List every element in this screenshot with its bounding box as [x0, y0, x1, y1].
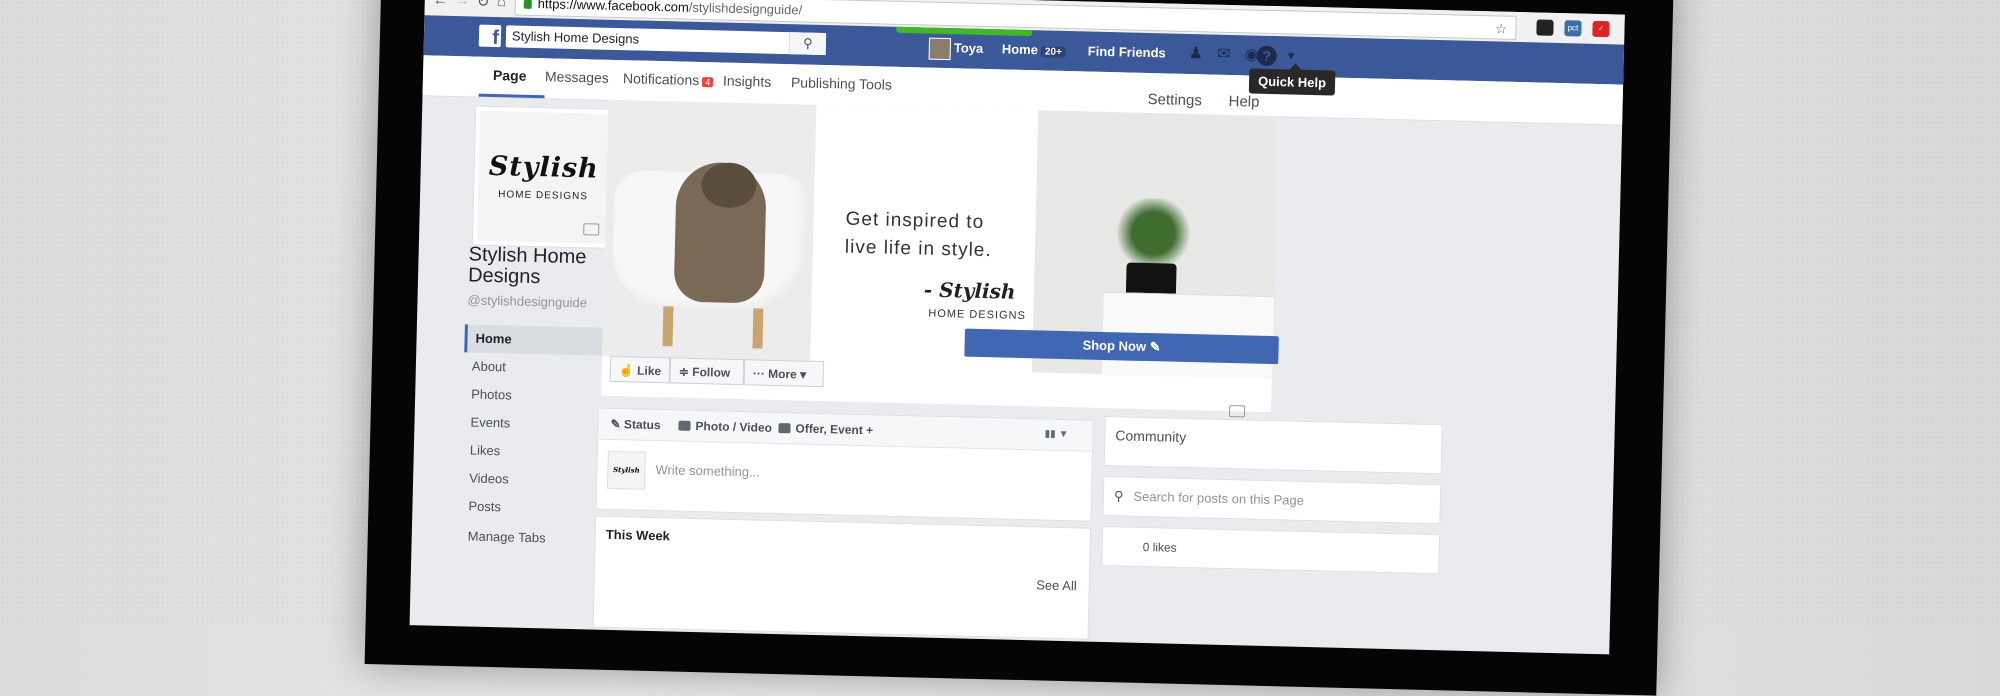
help-link[interactable]: Help [1228, 93, 1259, 111]
lock-icon [523, 0, 532, 9]
page-profile-picture[interactable]: Stylish HOME DESIGNS [472, 106, 615, 248]
community-title: Community [1115, 427, 1187, 446]
page-action-buttons: ☝ Like ≑ Follow ··· More ▾ [609, 355, 825, 388]
quick-help-tooltip: Quick Help [1248, 68, 1336, 96]
monitor-bezel: ← → ↻ ⌂ https://www.facebook.com/stylish… [364, 0, 1674, 696]
settings-link[interactable]: Settings [1147, 91, 1202, 109]
follow-label: Follow [692, 364, 731, 380]
see-all-link[interactable]: See All [1036, 577, 1077, 593]
composer-avatar: Stylish [606, 450, 646, 490]
chair-leg [662, 306, 674, 347]
facebook-search-input[interactable]: Stylish Home Designs ⚲ [505, 25, 827, 56]
cover-brand: - Stylish [923, 277, 1016, 304]
tab-insights[interactable]: Insights [723, 73, 772, 90]
camera-icon[interactable] [583, 223, 600, 236]
notifications-badge: 4 [702, 77, 714, 88]
page-search-placeholder: Search for posts on this Page [1133, 488, 1305, 508]
like-button[interactable]: ☝ Like [609, 355, 671, 384]
offer-icon [778, 423, 791, 434]
more-button[interactable]: ··· More ▾ [743, 359, 825, 388]
left-nav-home[interactable]: Home [464, 324, 625, 357]
cover-tagline: Get inspired to live life in style. [845, 206, 993, 266]
likes-card[interactable]: 0 likes [1101, 525, 1441, 575]
avatar[interactable] [928, 37, 952, 61]
tab-page[interactable]: Page [493, 67, 527, 84]
plant-shape [1112, 197, 1195, 270]
home-badge: 20+ [1040, 46, 1066, 58]
cover-photo[interactable]: Get inspired to live life in style. - St… [601, 99, 1279, 418]
extension-pct-icon[interactable]: pct [1564, 20, 1582, 37]
left-nav-about[interactable]: About [464, 352, 625, 384]
search-icon: ⚲ [1113, 488, 1124, 504]
home-label: Home [1001, 41, 1039, 58]
find-friends-link[interactable]: Find Friends [1088, 43, 1166, 60]
extension-red-icon[interactable]: ✓ [1592, 20, 1610, 38]
pencil-icon: ✎ [610, 416, 625, 432]
cover-camera-icon[interactable] [1228, 405, 1246, 418]
user-name-link[interactable]: Toya [954, 40, 984, 56]
cover-brand-subtitle: HOME DESIGNS [928, 307, 1027, 323]
composer-tab-status-label: Status [623, 417, 661, 433]
cover-tagline-line-1: Get inspired to [845, 208, 985, 234]
composer-options-chevron-down-icon[interactable]: ▮▮ ▼ [1045, 429, 1069, 441]
url-host: https://www.facebook.com [537, 0, 689, 15]
more-label: More [767, 366, 797, 382]
page-title[interactable]: Stylish Home Designs [468, 243, 619, 290]
friend-requests-icon[interactable]: ♟ [1186, 44, 1206, 64]
url-path: /stylishdesignguide/ [688, 0, 803, 18]
composer-tab-status[interactable]: ✎ Status [610, 417, 660, 432]
follow-icon: ≑ [678, 364, 693, 379]
tab-publishing-tools[interactable]: Publishing Tools [791, 74, 892, 92]
back-arrow-icon[interactable]: ← [433, 0, 448, 9]
page-posts-search-input[interactable]: ⚲ Search for posts on this Page [1102, 475, 1442, 525]
composer-tab-offer-event[interactable]: Offer, Event + [778, 421, 873, 437]
composer-tab-offer-label: Offer, Event + [795, 421, 874, 438]
home-icon[interactable]: ⌂ [497, 0, 506, 10]
page-handle[interactable]: @stylishdesignguide [467, 292, 587, 310]
this-week-card: This Week See All [592, 515, 1092, 640]
pencil-icon: ✎ [1149, 339, 1161, 355]
search-value: Stylish Home Designs [511, 28, 640, 47]
camera-icon [678, 420, 691, 431]
cover-cat-photo [602, 99, 817, 361]
shop-now-label: Shop Now [1082, 337, 1147, 354]
more-dots-icon: ··· [752, 366, 769, 381]
bookmark-star-icon[interactable]: ☆ [1495, 17, 1508, 39]
messages-icon[interactable]: ✉ [1214, 45, 1234, 65]
logo-script-text: Stylish [488, 150, 600, 185]
post-composer: ✎ Status Photo / Video Offer, Event + ▮▮… [595, 407, 1094, 522]
forward-arrow-icon[interactable]: → [455, 0, 470, 9]
like-icon: ☝ [618, 363, 638, 378]
reload-icon[interactable]: ↻ [477, 0, 490, 11]
screen: ← → ↻ ⌂ https://www.facebook.com/stylish… [409, 0, 1625, 655]
likes-count: 0 likes [1142, 539, 1177, 555]
account-menu-chevron-down-icon[interactable]: ▼ [1286, 50, 1297, 62]
chair-leg [752, 308, 764, 349]
chevron-down-icon: ▾ [796, 367, 807, 382]
logo-subtitle: HOME DESIGNS [498, 189, 589, 203]
tab-notifications-label: Notifications [622, 70, 700, 89]
follow-button[interactable]: ≑ Follow [669, 357, 745, 386]
tab-notifications[interactable]: Notifications 4 [623, 70, 714, 88]
cover-tagline-line-2: live life in style. [844, 236, 992, 262]
search-icon[interactable]: ⚲ [788, 32, 827, 56]
home-link[interactable]: Home 20+ [1002, 41, 1066, 58]
like-label: Like [636, 363, 662, 379]
composer-tab-photo-video[interactable]: Photo / Video [678, 419, 772, 435]
facebook-logo-icon[interactable]: f [478, 24, 502, 49]
extension-owl-icon[interactable] [1536, 19, 1554, 36]
this-week-title: This Week [605, 526, 671, 544]
tab-messages[interactable]: Messages [545, 68, 609, 86]
composer-input[interactable]: Write something... [655, 462, 760, 480]
active-tab-underline [478, 93, 545, 99]
composer-tab-photo-label: Photo / Video [695, 419, 773, 435]
community-card[interactable]: Community [1103, 416, 1443, 475]
composer-tabs: ✎ Status Photo / Video Offer, Event + ▮▮… [598, 408, 1093, 452]
